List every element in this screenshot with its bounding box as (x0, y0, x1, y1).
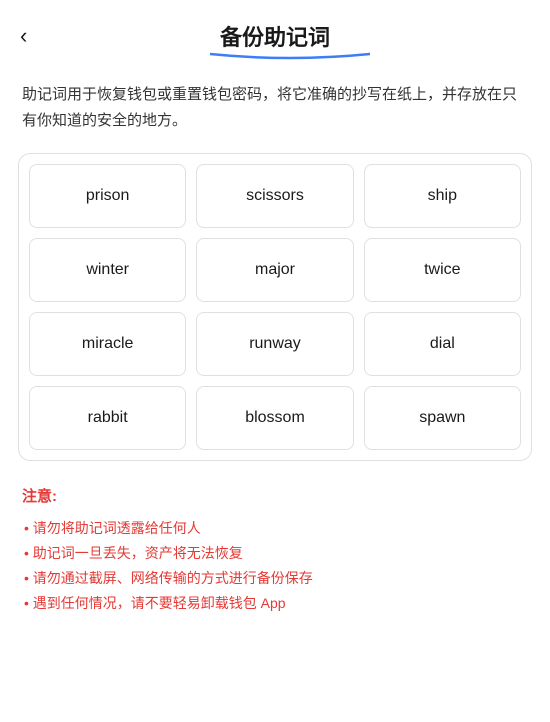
page-title: 备份助记词 (220, 25, 330, 50)
title-underline-decoration (210, 48, 370, 62)
notice-item: 请勿通过截屏、网络传输的方式进行备份保存 (22, 566, 528, 591)
notice-item: 助记词一旦丢失，资产将无法恢复 (22, 541, 528, 566)
back-button[interactable]: ‹ (20, 23, 27, 49)
notice-list: 请勿将助记词透露给任何人助记词一旦丢失，资产将无法恢复请勿通过截屏、网络传输的方… (22, 516, 528, 617)
mnemonic-word: spawn (364, 386, 521, 450)
mnemonic-word: winter (29, 238, 186, 302)
notice-item: 遇到任何情况，请不要轻易卸载钱包 App (22, 591, 528, 616)
mnemonic-word: dial (364, 312, 521, 376)
mnemonic-word: blossom (196, 386, 353, 450)
mnemonic-word: twice (364, 238, 521, 302)
mnemonic-word: runway (196, 312, 353, 376)
mnemonic-word: prison (29, 164, 186, 228)
mnemonic-grid: prisonscissorsship wintermajortwice miracl… (29, 164, 521, 450)
notice-title: 注意: (22, 485, 528, 506)
header: ‹ 备份助记词 (0, 0, 550, 62)
mnemonic-grid-wrapper: prisonscissorsship wintermajortwice miracl… (18, 153, 532, 461)
mnemonic-word: ship (364, 164, 521, 228)
mnemonic-word: major (196, 238, 353, 302)
notice-section: 注意: 请勿将助记词透露给任何人助记词一旦丢失，资产将无法恢复请勿通过截屏、网络… (0, 461, 550, 637)
notice-item: 请勿将助记词透露给任何人 (22, 516, 528, 541)
title-wrapper: 备份助记词 (220, 20, 330, 52)
mnemonic-word: miracle (29, 312, 186, 376)
mnemonic-word: rabbit (29, 386, 186, 450)
mnemonic-word: scissors (196, 164, 353, 228)
description-text: 助记词用于恢复钱包或重置钱包密码，将它准确的抄写在纸上，并存放在只有你知道的安全… (0, 62, 550, 153)
